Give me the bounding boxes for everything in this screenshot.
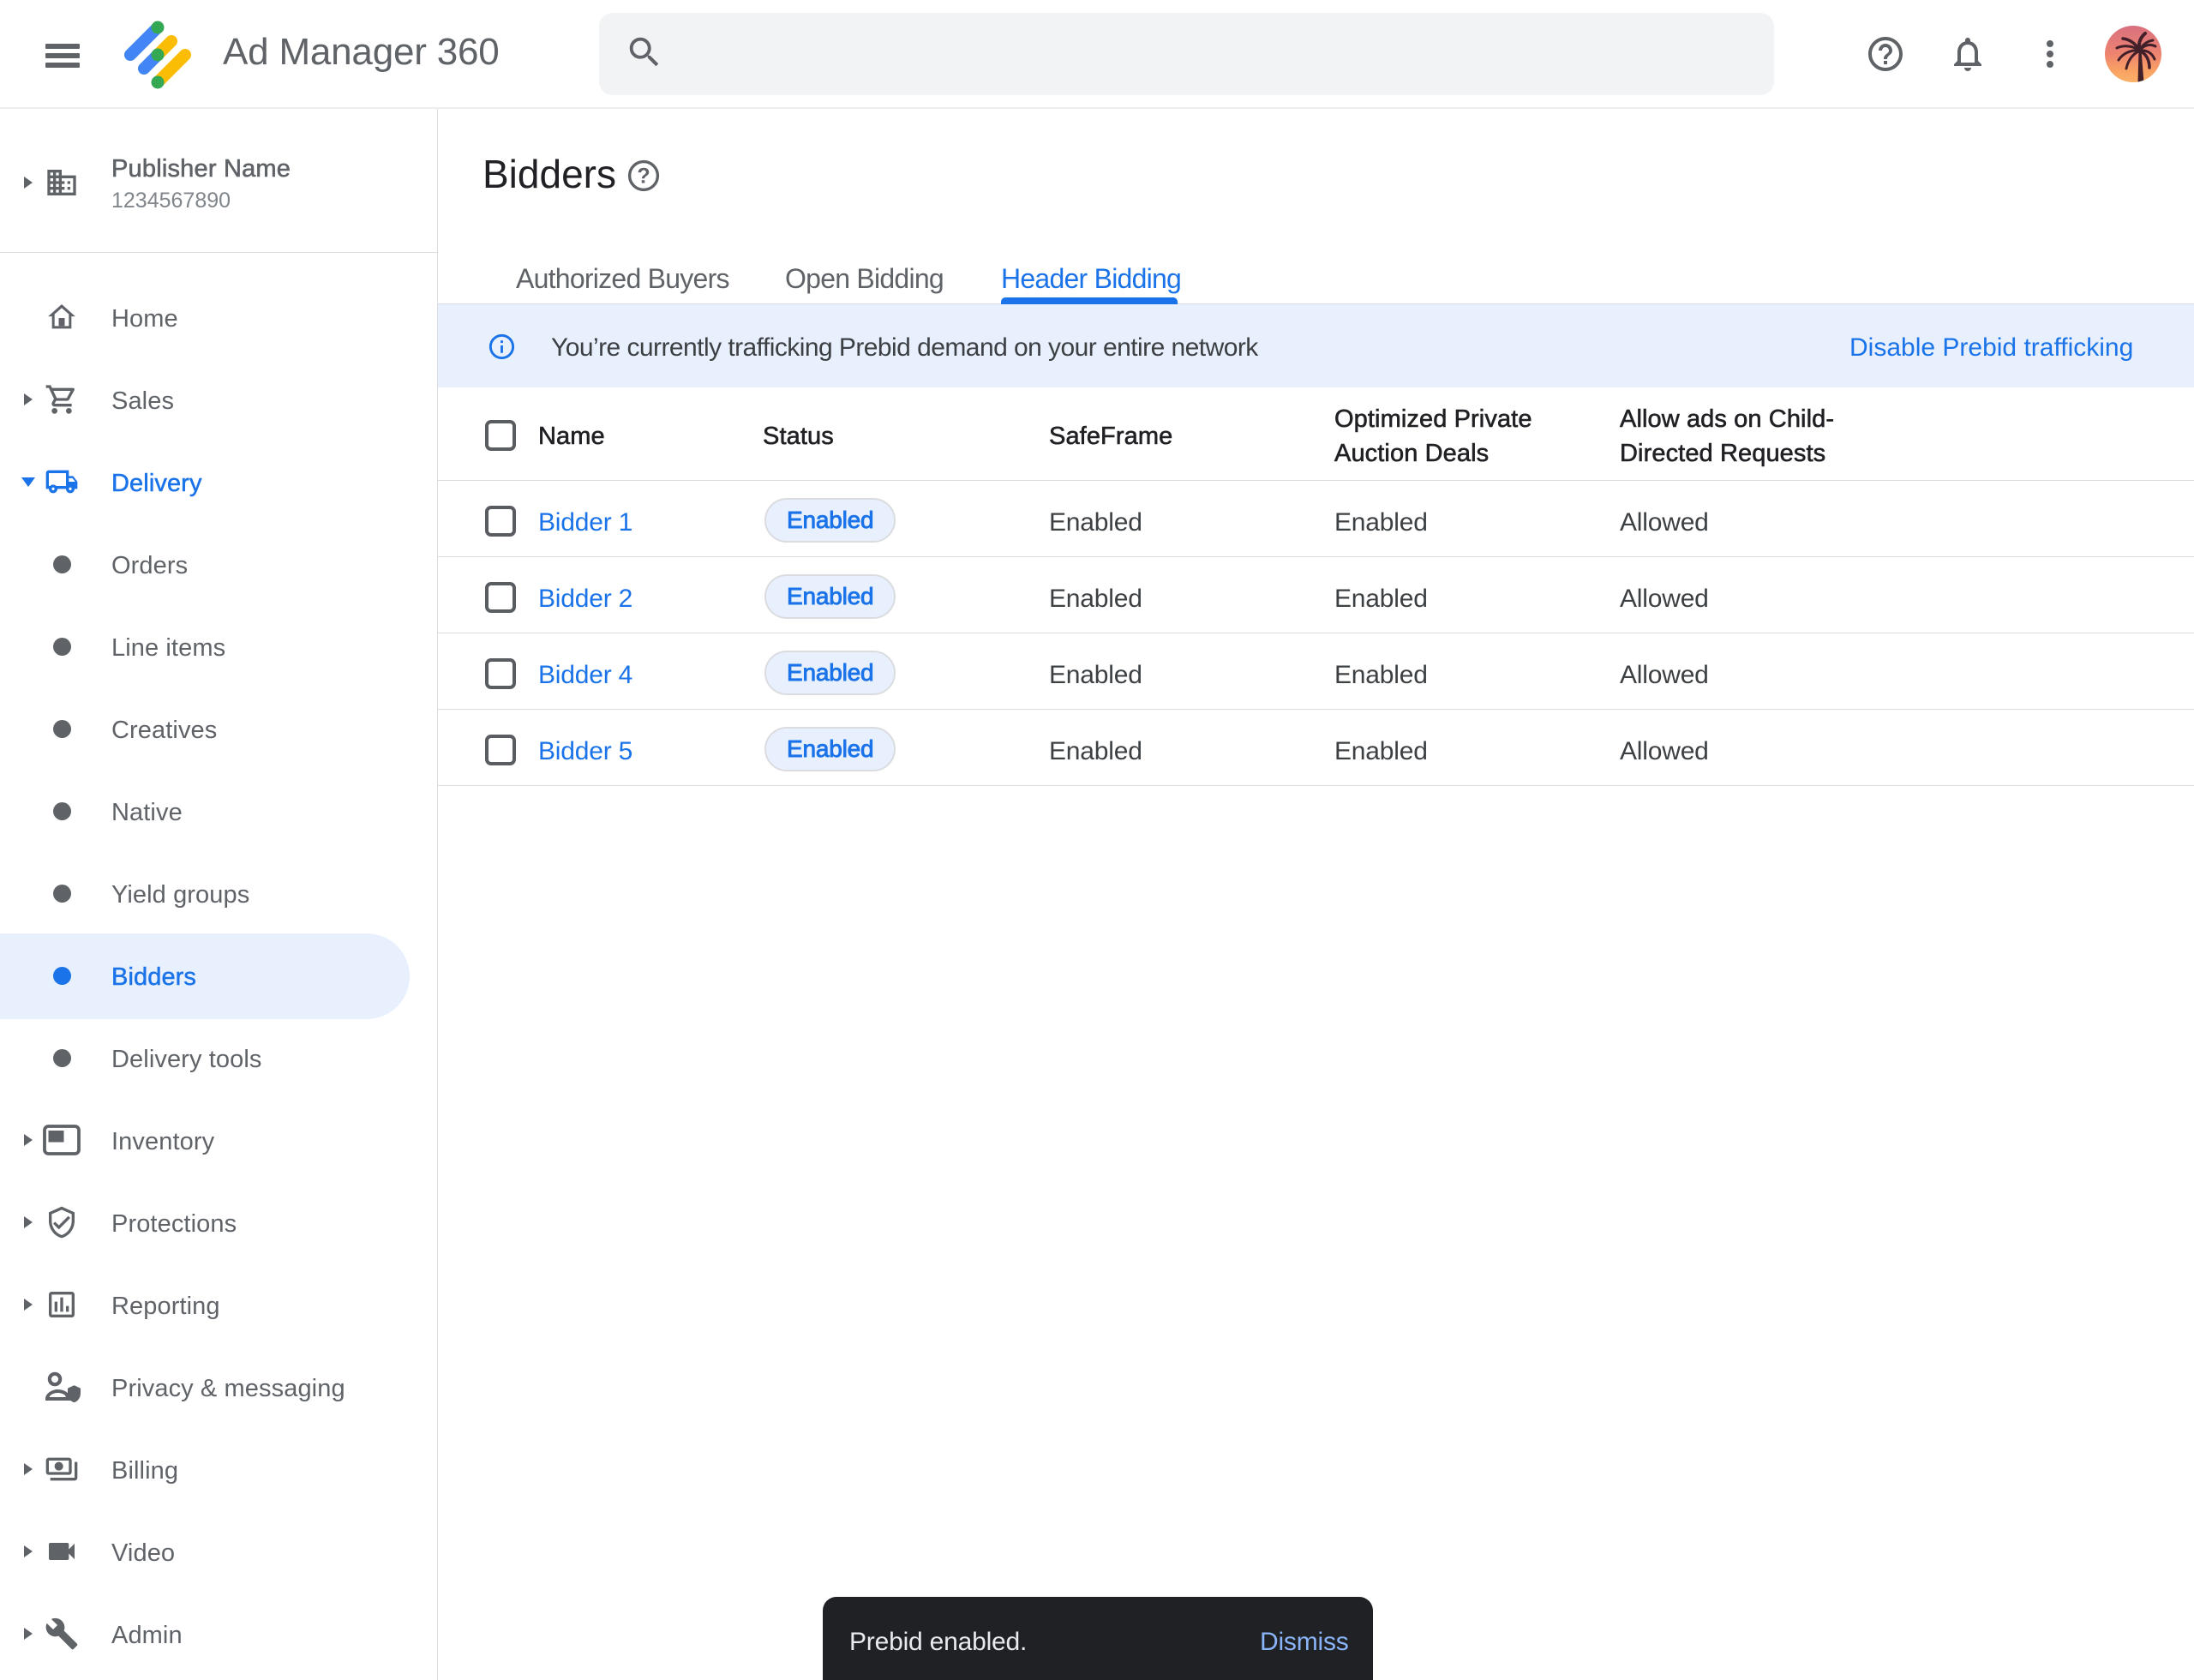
svg-text:?: ?	[637, 165, 650, 189]
